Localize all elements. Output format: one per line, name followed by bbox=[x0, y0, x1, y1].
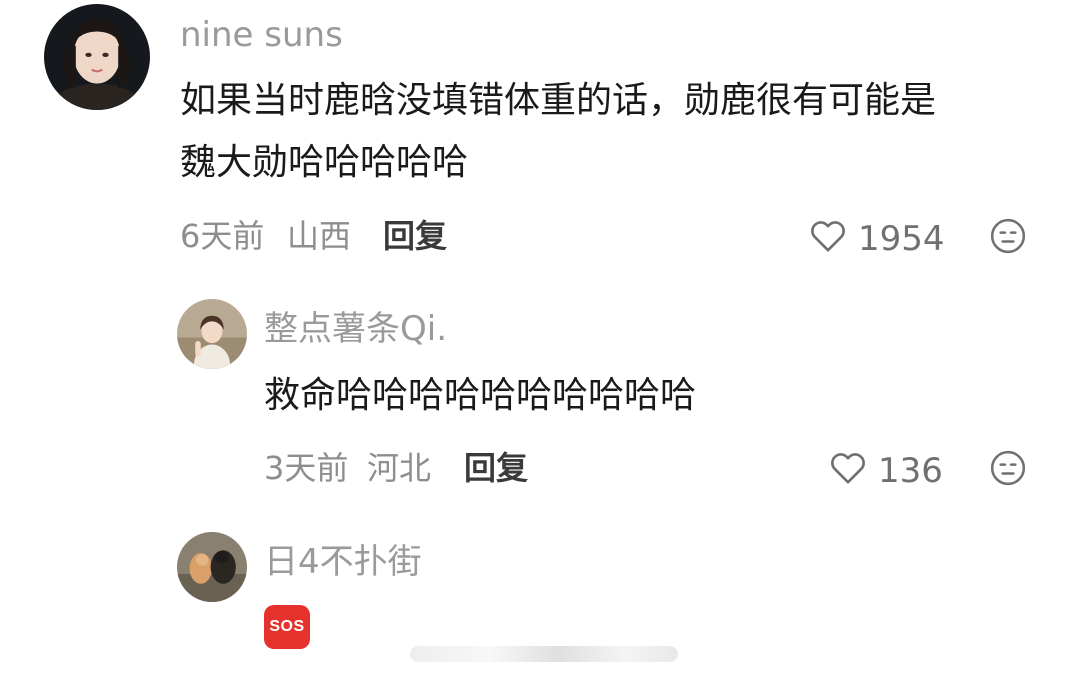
heart-icon bbox=[828, 448, 878, 494]
avatar[interactable] bbox=[177, 532, 247, 602]
neutral-face-icon bbox=[988, 448, 1028, 488]
comment-text: 魏大勋哈哈哈哈哈 bbox=[180, 142, 469, 183]
like-count: 1954 bbox=[858, 219, 945, 259]
comment-username[interactable]: 日4不扑街 bbox=[264, 545, 422, 579]
comment-time: 6天前 bbox=[180, 217, 265, 255]
comment-time: 3天前 bbox=[264, 449, 349, 487]
comment-username[interactable]: nine suns bbox=[180, 18, 343, 52]
comment-text: 如果当时鹿晗没填错体重的话，勋鹿很有可能是 bbox=[180, 80, 937, 121]
heart-icon bbox=[808, 216, 858, 262]
avatar[interactable] bbox=[44, 4, 150, 110]
watermark-blur bbox=[410, 646, 678, 662]
reply-button[interactable]: 回复 bbox=[464, 452, 528, 484]
dislike-button[interactable] bbox=[988, 448, 1028, 488]
sos-sticker: SOS bbox=[264, 605, 310, 649]
like-count: 136 bbox=[878, 451, 943, 491]
comment-location: 山西 bbox=[287, 217, 352, 255]
dislike-button[interactable] bbox=[988, 216, 1028, 256]
comment-location: 河北 bbox=[367, 449, 432, 487]
avatar[interactable] bbox=[177, 299, 247, 369]
comment-text: 救命哈哈哈哈哈哈哈哈哈哈 bbox=[264, 375, 697, 416]
reply-button[interactable]: 回复 bbox=[383, 220, 447, 252]
neutral-face-icon bbox=[988, 216, 1028, 256]
like-button[interactable]: 136 bbox=[828, 448, 943, 494]
comment-username[interactable]: 整点薯条Qi. bbox=[264, 312, 447, 346]
like-button[interactable]: 1954 bbox=[808, 216, 945, 262]
